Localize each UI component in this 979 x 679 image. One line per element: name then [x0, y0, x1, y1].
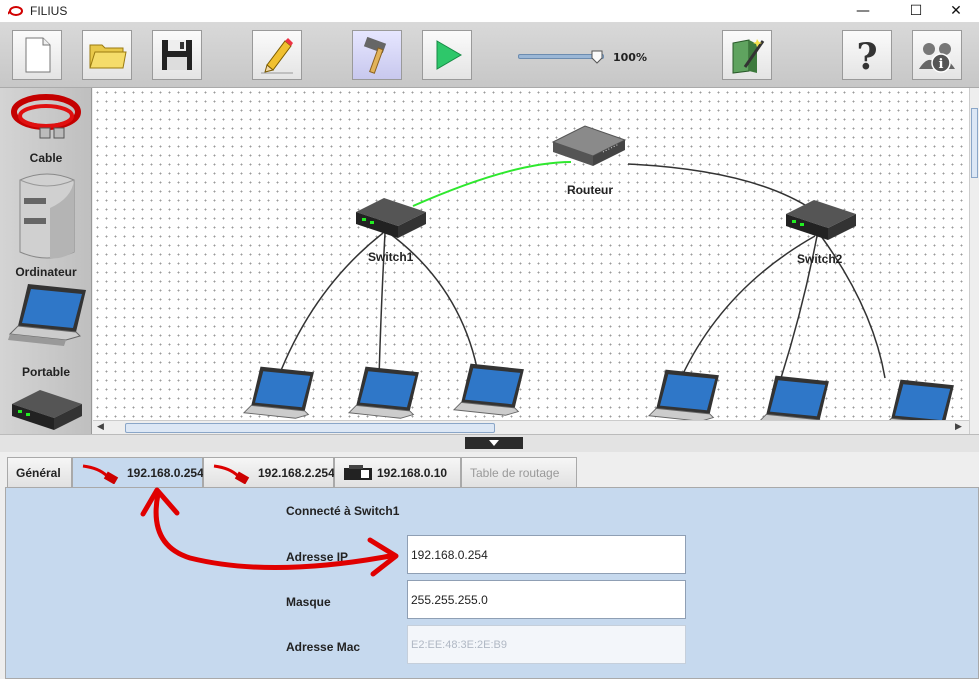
simulation-mode-button[interactable] [352, 30, 402, 80]
cable-icon [11, 94, 81, 139]
wizard-book-icon [732, 39, 765, 74]
laptop-node-6[interactable] [873, 376, 963, 420]
palette-item-label: Ordinateur [15, 265, 77, 279]
design-mode-pencil-icon [261, 38, 293, 74]
svg-text:i: i [939, 57, 944, 72]
switch2-label: Switch2 [797, 252, 843, 266]
palette-item-label: Cable [29, 151, 63, 165]
link-switch2-laptop4 [680, 235, 816, 379]
tab-label: 192.168.2.254 [258, 465, 335, 480]
component-palette: Cable Ordinateur Portable [0, 88, 92, 434]
chevron-down-icon [489, 440, 499, 446]
tab-label: 192.168.0.254 [127, 466, 204, 480]
minimize-button[interactable]: — [840, 0, 886, 22]
help-icon: ? [856, 36, 877, 75]
router-icon[interactable] [549, 122, 629, 168]
new-file-button[interactable] [12, 30, 62, 80]
vertical-scroll-thumb[interactable] [971, 108, 978, 178]
tab-routing-table[interactable]: Table de routage [461, 457, 577, 487]
tab-interface-3[interactable]: 192.168.0.10 [334, 457, 461, 487]
help-button[interactable]: ? [842, 30, 892, 80]
switch2-icon[interactable] [783, 190, 859, 244]
laptop-icon [8, 284, 86, 346]
switch-icon [344, 464, 372, 480]
open-folder-icon [89, 44, 127, 69]
cable-icon [213, 464, 250, 484]
ip-address-label: Adresse IP [286, 550, 349, 564]
run-button[interactable] [422, 30, 472, 80]
collapse-panel-button[interactable] [465, 437, 523, 449]
link-switch1-router [412, 161, 572, 207]
laptop-node-2[interactable] [338, 363, 428, 420]
config-tabs: Général 192.168.0.254 192.168.2.254 192.… [0, 452, 979, 488]
tab-general[interactable]: Général [7, 457, 72, 487]
tab-label: 192.168.0.10 [377, 465, 448, 480]
tab-label: Table de routage [470, 465, 560, 480]
zoom-slider-thumb[interactable] [591, 50, 603, 64]
zoom-level-label: 100% [613, 51, 647, 64]
design-mode-button[interactable] [252, 30, 302, 80]
tab-interface-1[interactable]: 192.168.0.254 [72, 457, 204, 488]
scroll-right-arrow-icon[interactable]: ▶ [955, 422, 962, 432]
palette-item-label: Portable [21, 365, 70, 379]
laptop-node-5[interactable] [748, 372, 838, 420]
laptop-node-1[interactable] [233, 363, 323, 420]
tab-interface-2[interactable]: 192.168.2.254 [203, 457, 335, 487]
canvas-horizontal-scrollbar[interactable]: ◀ ▶ [93, 420, 969, 434]
about-info-icon: i [919, 43, 955, 73]
router-label: Routeur [567, 183, 613, 197]
switch1-icon[interactable] [353, 188, 429, 242]
scroll-left-arrow-icon[interactable]: ◀ [97, 422, 104, 432]
interface-config-panel: Connecté à Switch1 Adresse IP 192.168.0.… [5, 487, 979, 679]
play-icon [436, 40, 462, 70]
simulation-mode-hammer-icon [363, 36, 387, 74]
switch-icon [12, 390, 82, 430]
mac-address-field: E2:EE:48:3E:2E:B9 [407, 625, 686, 664]
window-title: FILIUS [30, 4, 68, 18]
laptop-node-4[interactable] [638, 366, 728, 420]
close-button[interactable]: ✕ [933, 0, 979, 22]
ip-address-field[interactable]: 192.168.0.254 [407, 535, 686, 574]
svg-text:?: ? [856, 36, 877, 75]
wizard-button[interactable] [722, 30, 772, 80]
filius-logo-icon [8, 6, 23, 16]
subnet-mask-field[interactable]: 255.255.255.0 [407, 580, 686, 619]
tab-label: Général [16, 465, 61, 480]
canvas-vertical-scrollbar[interactable] [969, 88, 979, 434]
subnet-mask-label: Masque [286, 595, 331, 609]
title-bar: FILIUS — ☐ ✕ [0, 0, 979, 22]
cable-icon [82, 464, 119, 484]
network-canvas[interactable]: Routeur Switch1 Switch2 [93, 88, 970, 420]
connected-to-label: Connecté à Switch1 [286, 504, 400, 518]
zoom-slider[interactable] [518, 50, 608, 64]
save-button[interactable] [152, 30, 202, 80]
mac-address-label: Adresse Mac [286, 640, 361, 654]
laptop-node-3[interactable] [443, 360, 533, 420]
horizontal-scroll-thumb[interactable] [125, 423, 495, 433]
toolbar: 100% ? i [0, 22, 979, 88]
open-button[interactable] [82, 30, 132, 80]
about-button[interactable]: i [912, 30, 962, 80]
computer-icon [19, 173, 75, 259]
new-file-icon [25, 37, 51, 73]
save-icon [162, 40, 192, 70]
switch1-label: Switch1 [368, 250, 414, 264]
